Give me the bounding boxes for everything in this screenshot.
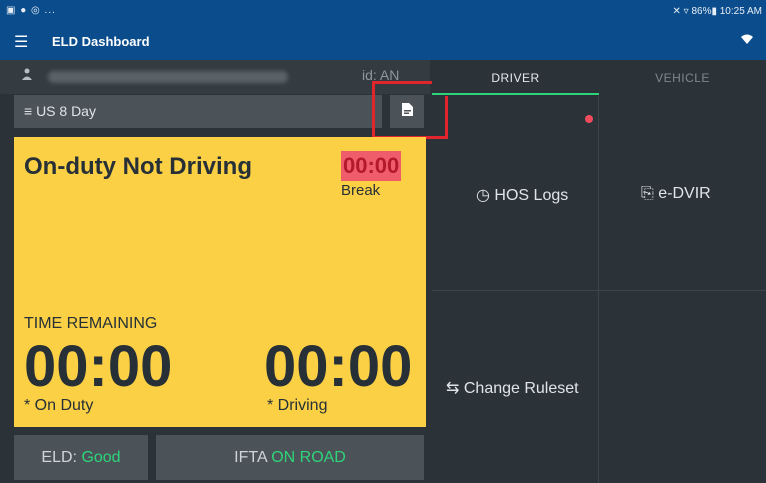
break-time: 00:00 <box>341 151 402 181</box>
eld-label: ELD: <box>41 449 77 466</box>
app-bar: ☰ ELD Dashboard <box>0 24 766 60</box>
active-tab-indicator <box>432 93 599 95</box>
clock-icon: ◷ <box>476 187 490 204</box>
driving-time: 00:00 <box>264 334 413 399</box>
hos-logs-label: HOS Logs <box>494 187 569 204</box>
grid-divider-horizontal <box>432 290 766 291</box>
change-ruleset-label: Change Ruleset <box>463 380 579 397</box>
on-duty-label: * On Duty <box>24 397 94 414</box>
tab-vehicle[interactable]: VEHICLE <box>599 60 766 96</box>
inspection-icon: ⎘ <box>641 185 654 202</box>
tab-driver[interactable]: DRIVER <box>432 60 599 96</box>
notification-icons: ▣ ● ◎ ... <box>6 5 56 16</box>
tab-bar: DRIVER VEHICLE <box>432 60 766 96</box>
eld-value: Good <box>81 449 121 466</box>
time-remaining-label: TIME REMAINING <box>24 315 158 332</box>
system-status-bar: ▣ ● ◎ ... ✕ ▿ 86%▮ 10:25 AM <box>0 0 766 24</box>
driving-label: * Driving <box>267 397 328 414</box>
hos-logs-button[interactable]: ◷ HOS Logs <box>476 185 568 205</box>
ruleset-icon: ≡ <box>24 103 33 119</box>
ifta-label: IFTA <box>234 449 267 466</box>
e-dvir-button[interactable]: ⎘ e-DVIR <box>641 185 711 203</box>
driver-name-redacted <box>48 71 288 83</box>
duty-status-card: On-duty Not Driving 00:00 Break TIME REM… <box>14 137 426 427</box>
page-title: ELD Dashboard <box>52 34 150 49</box>
e-dvir-label: e-DVIR <box>658 185 711 202</box>
ifta-status[interactable]: IFTA ON ROAD <box>156 435 424 480</box>
wifi-icon <box>740 32 754 48</box>
ruleset-selector[interactable]: ≡ US 8 Day <box>14 95 382 128</box>
system-status-right: ✕ ▿ 86%▮ 10:25 AM <box>672 6 762 17</box>
change-ruleset-button[interactable]: ⇆ Change Ruleset <box>446 378 579 398</box>
swap-icon: ⇆ <box>446 380 460 397</box>
notification-dot <box>585 115 593 123</box>
eld-status[interactable]: ELD: Good <box>14 435 148 480</box>
driver-row: id: AN <box>0 60 430 94</box>
duty-status: On-duty Not Driving <box>24 153 252 180</box>
ruleset-label: US 8 Day <box>36 103 96 119</box>
person-icon <box>22 68 32 83</box>
break-label: Break <box>341 182 381 199</box>
hamburger-menu-icon[interactable]: ☰ <box>14 32 28 52</box>
ifta-value: ON ROAD <box>271 449 346 466</box>
on-duty-time: 00:00 <box>24 334 173 399</box>
